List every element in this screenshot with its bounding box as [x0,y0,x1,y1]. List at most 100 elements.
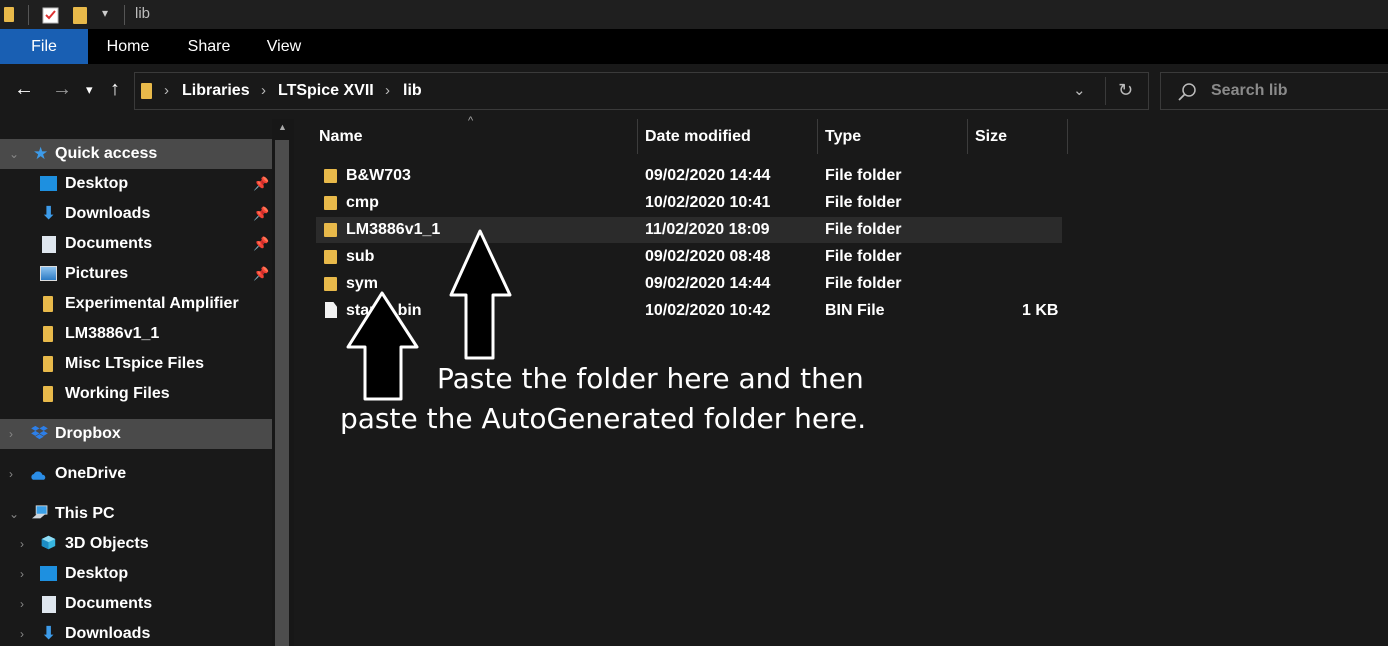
chevron-right-icon[interactable]: › [9,427,13,441]
back-arrow-icon[interactable]: ← [14,78,34,101]
title-bar: ▾ lib [0,0,1388,29]
pin-icon[interactable]: 📌 [253,236,269,252]
sidebar-item-experimental-amplifier[interactable]: Experimental Amplifier [0,289,272,319]
breadcrumb-libraries[interactable]: Libraries [182,82,250,100]
sidebar-item-quick-access[interactable]: ⌄ ★ Quick access [0,139,272,169]
column-header-date[interactable]: Date modified [645,128,751,146]
file-type: BIN File [825,302,885,319]
desktop-icon [40,566,57,581]
annotation-text-line2: paste the AutoGenerated folder here. [340,402,867,435]
tab-share[interactable]: Share [176,29,242,64]
sidebar-item-pc-documents[interactable]: › Documents [0,589,272,619]
file-type: File folder [825,248,902,265]
tab-home[interactable]: Home [95,29,161,64]
sidebar-item-documents[interactable]: Documents 📌 [0,229,272,259]
sidebar-item-3d-objects[interactable]: › 3D Objects [0,529,272,559]
pin-icon[interactable]: 📌 [253,266,269,282]
file-row-sym[interactable]: sym 09/02/2020 14:44 File folder [316,271,1062,297]
tab-file[interactable]: File [0,29,88,64]
recent-locations-chevron-icon[interactable]: ▾ [86,82,93,98]
chevron-right-icon[interactable]: › [164,82,169,99]
file-row-cmp[interactable]: cmp 10/02/2020 10:41 File folder [316,190,1062,216]
desktop-icon [40,176,57,191]
sidebar-item-downloads[interactable]: ⬇ Downloads 📌 [0,199,272,229]
sidebar-scrollbar-thumb[interactable] [275,140,289,646]
column-divider[interactable] [967,119,968,154]
navigation-pane: ⌄ ★ Quick access Desktop 📌 ⬇ Downloads 📌… [0,119,272,646]
refresh-icon[interactable]: ↻ [1118,80,1133,101]
cube-icon [41,535,56,550]
file-name: LM3886v1_1 [346,221,441,238]
column-divider[interactable] [637,119,638,154]
properties-icon[interactable] [41,5,61,25]
sidebar-item-label: This PC [55,505,115,522]
scroll-up-arrow-icon[interactable]: ▲ [278,122,287,132]
chevron-right-icon[interactable]: › [9,467,13,481]
documents-icon [42,596,56,613]
pin-icon[interactable]: 📌 [253,206,269,222]
sidebar-item-desktop[interactable]: Desktop 📌 [0,169,272,199]
breadcrumb-lib[interactable]: lib [403,82,422,100]
sidebar-item-label: Downloads [65,625,151,642]
sidebar-item-working-files[interactable]: Working Files [0,379,272,409]
onedrive-icon [31,471,46,480]
sidebar-item-misc-ltspice-files[interactable]: Misc LTspice Files [0,349,272,379]
dropbox-icon [31,425,48,440]
chevron-right-icon[interactable]: › [385,82,390,99]
file-name: cmp [346,194,379,211]
folder-icon [141,83,152,99]
file-row-sub[interactable]: sub 09/02/2020 08:48 File folder [316,244,1062,270]
file-date: 11/02/2020 18:09 [645,221,770,238]
tab-view[interactable]: View [254,29,314,64]
sidebar-item-label: Desktop [65,565,129,582]
chevron-right-icon[interactable]: › [20,567,24,581]
file-row-lm3886v1-1[interactable]: LM3886v1_1 11/02/2020 18:09 File folder [316,217,1062,243]
file-date: 10/02/2020 10:42 [645,302,771,319]
download-icon: ⬇ [41,623,57,643]
file-row-stamp-bin[interactable]: stamp.bin 10/02/2020 10:42 BIN File 1 KB [316,298,1062,324]
folder-icon [43,326,53,342]
chevron-down-icon[interactable]: ⌄ [9,147,19,161]
sidebar-item-lm3886v1-1[interactable]: LM3886v1_1 [0,319,272,349]
folder-icon [43,386,53,402]
file-row-bw703[interactable]: B&W703 09/02/2020 14:44 File folder [316,163,1062,189]
annotation-text-line1: Paste the folder here and then [437,362,864,395]
customize-toolbar-chevron-icon[interactable]: ▾ [102,6,108,20]
column-header-name[interactable]: Name [319,128,363,146]
new-folder-icon[interactable] [73,7,87,24]
sidebar-item-this-pc[interactable]: ⌄ This PC [0,499,272,529]
up-arrow-icon[interactable]: ↑ [110,78,120,101]
navigation-bar: ← → ▾ ↑ › Libraries › LTSpice XVII › lib… [0,64,1388,119]
sidebar-item-onedrive[interactable]: › OneDrive [0,459,272,489]
sidebar-item-pictures[interactable]: Pictures 📌 [0,259,272,289]
sidebar-item-label: Documents [65,235,153,252]
sidebar-item-label: LM3886v1_1 [65,325,160,342]
sidebar-item-label: Documents [65,595,153,612]
chevron-right-icon[interactable]: › [20,597,24,611]
sidebar-item-dropbox[interactable]: › Dropbox [0,419,272,449]
pictures-icon [40,266,57,281]
forward-arrow-icon[interactable]: → [52,78,72,101]
file-icon [325,302,337,318]
chevron-right-icon[interactable]: › [20,537,24,551]
search-input[interactable]: Search lib [1160,72,1388,110]
folder-icon [43,296,53,312]
chevron-down-icon[interactable]: ⌄ [9,507,19,521]
chevron-right-icon[interactable]: › [261,82,266,99]
address-bar[interactable]: › Libraries › LTSpice XVII › lib ⌄ ↻ [134,72,1149,110]
folder-icon [324,223,337,237]
breadcrumb-ltspice[interactable]: LTSpice XVII [278,82,374,100]
column-divider[interactable] [817,119,818,154]
chevron-right-icon[interactable]: › [20,627,24,641]
star-icon: ★ [33,144,49,163]
divider [124,5,125,25]
sidebar-item-pc-downloads[interactable]: › ⬇ Downloads [0,619,272,646]
pin-icon[interactable]: 📌 [253,176,269,192]
column-header-type[interactable]: Type [825,128,861,146]
sidebar-item-pc-desktop[interactable]: › Desktop [0,559,272,589]
documents-icon [42,236,56,253]
column-divider[interactable] [1067,119,1068,154]
address-history-chevron-icon[interactable]: ⌄ [1073,81,1086,99]
sidebar-item-label: Working Files [65,385,170,402]
column-header-size[interactable]: Size [975,128,1007,146]
